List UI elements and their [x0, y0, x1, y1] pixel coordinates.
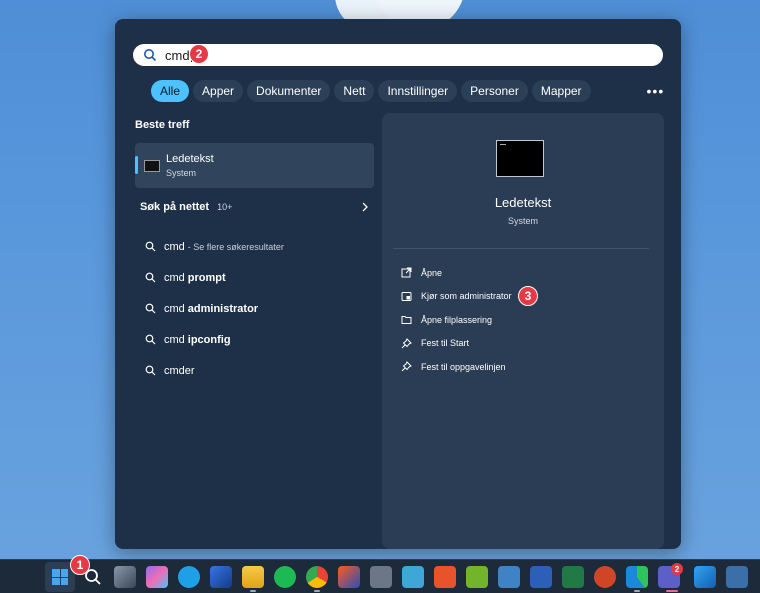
web-suggestions: cmd - Se flere søkeresultater cmd prompt…: [145, 231, 365, 386]
file-explorer-icon[interactable]: [242, 566, 264, 588]
calculator-icon[interactable]: [370, 566, 392, 588]
search-icon: [145, 365, 156, 376]
outlook-icon[interactable]: [694, 566, 716, 588]
web-search-heading: Søk på nettet: [140, 201, 210, 213]
web-search-header[interactable]: Søk på nettet 10+: [140, 201, 370, 213]
search-input[interactable]: cmd 2: [133, 44, 663, 66]
chrome-icon[interactable]: [306, 566, 328, 588]
search-filter-bar: Alle Apper Dokumenter Nett Innstillinger…: [141, 79, 663, 103]
open-file-location-action[interactable]: Åpne filplassering: [401, 308, 651, 332]
list-item[interactable]: cmd prompt: [145, 262, 365, 293]
running-indicator: [314, 590, 320, 592]
action-label: Åpne: [421, 267, 443, 278]
divider: [393, 248, 649, 249]
copilot-icon[interactable]: [146, 566, 168, 588]
open-action[interactable]: Åpne: [401, 261, 651, 285]
powerpoint-icon[interactable]: [594, 566, 616, 588]
help-icon[interactable]: [178, 566, 200, 588]
media-player-icon[interactable]: [726, 566, 748, 588]
detail-pane: Ledetekst System Åpne Kjør som administr…: [382, 113, 664, 549]
action-label: Kjør som administrator: [421, 291, 512, 302]
best-match-name: Ledetekst: [166, 153, 214, 165]
filter-all[interactable]: Alle: [151, 80, 190, 102]
search-icon: [145, 272, 156, 283]
step-badge: 3: [518, 285, 538, 306]
best-match-item[interactable]: Ledetekst System: [135, 143, 374, 188]
search-icon: [145, 334, 156, 345]
app-icon[interactable]: [338, 566, 360, 588]
edge-icon[interactable]: [626, 566, 648, 588]
action-label: Fest til oppgavelinjen: [421, 361, 506, 372]
best-match-type: System: [166, 168, 197, 178]
pin-to-start-action[interactable]: Fest til Start: [401, 332, 651, 356]
folder-icon: [401, 316, 412, 325]
web-result-count: 10+: [217, 202, 233, 212]
spotify-icon[interactable]: [274, 566, 296, 588]
suggestion-completion: prompt: [187, 271, 226, 284]
list-item[interactable]: cmd - Se flere søkeresultater: [145, 231, 365, 262]
search-icon: [145, 303, 156, 314]
detail-title: Ledetekst: [494, 195, 552, 210]
taskbar: 1 2: [0, 555, 760, 593]
action-label: Fest til Start: [421, 338, 470, 349]
start-search-panel: cmd 2 Alle Apper Dokumenter Nett Innstil…: [115, 19, 681, 549]
suggestion-query: cmder: [164, 364, 195, 377]
results-list: Beste treff Ledetekst System Søk på nett…: [135, 119, 375, 377]
mail-icon[interactable]: [210, 566, 232, 588]
list-item[interactable]: cmd ipconfig: [145, 324, 365, 355]
suggestion-completion: administrator: [187, 302, 259, 315]
list-item[interactable]: cmd administrator: [145, 293, 365, 324]
best-match-heading: Beste treff: [135, 119, 190, 131]
pin-icon: [401, 361, 412, 372]
search-icon[interactable]: [82, 566, 104, 588]
action-list: Åpne Kjør som administrator 3 Åpne filpl…: [401, 261, 651, 379]
suggestion-query: cmd: [164, 271, 185, 284]
pin-icon: [401, 337, 412, 349]
running-indicator: [634, 590, 640, 592]
snagit-icon[interactable]: [498, 566, 520, 588]
pin-to-taskbar-action[interactable]: Fest til oppgavelinjen: [401, 355, 651, 379]
running-indicator: [250, 590, 256, 592]
suggestion-query: cmd: [164, 240, 185, 253]
search-input-value: cmd: [165, 47, 190, 63]
word-icon[interactable]: [530, 566, 552, 588]
suggestion-completion: ipconfig: [187, 333, 231, 346]
excel-icon[interactable]: [562, 566, 584, 588]
windows-icon: [52, 569, 68, 585]
filter-folders[interactable]: Mapper: [531, 80, 591, 102]
filter-documents[interactable]: Dokumenter: [247, 80, 331, 102]
command-prompt-icon: [144, 159, 160, 172]
shield-icon: [401, 291, 412, 301]
camtasia-icon[interactable]: [466, 566, 488, 588]
open-external-icon: [401, 267, 412, 278]
clipchamp-icon[interactable]: [434, 566, 456, 588]
step-badge: 2: [189, 44, 209, 64]
command-prompt-icon: [496, 140, 544, 177]
notification-badge: 2: [671, 563, 683, 575]
search-icon: [144, 49, 157, 62]
detail-subtitle: System: [507, 216, 538, 226]
filter-people[interactable]: Personer: [461, 80, 528, 102]
run-as-admin-action[interactable]: Kjør som administrator 3: [401, 285, 651, 309]
suggestion-query: cmd: [164, 302, 185, 315]
more-options-icon[interactable]: •••: [647, 84, 665, 98]
filter-settings[interactable]: Innstillinger: [378, 80, 458, 102]
task-view-icon[interactable]: [114, 566, 136, 588]
suggestion-hint: - Se flere søkeresultater: [187, 241, 284, 252]
selection-indicator: [135, 156, 138, 174]
chevron-right-icon: [362, 202, 368, 212]
suggestion-query: cmd: [164, 333, 185, 346]
list-item[interactable]: cmder: [145, 355, 365, 386]
notepad-icon[interactable]: [402, 566, 424, 588]
action-label: Åpne filplassering: [421, 314, 493, 325]
active-indicator: [666, 590, 678, 592]
filter-web[interactable]: Nett: [334, 80, 375, 102]
filter-apps[interactable]: Apper: [193, 80, 244, 102]
search-icon: [145, 241, 156, 252]
